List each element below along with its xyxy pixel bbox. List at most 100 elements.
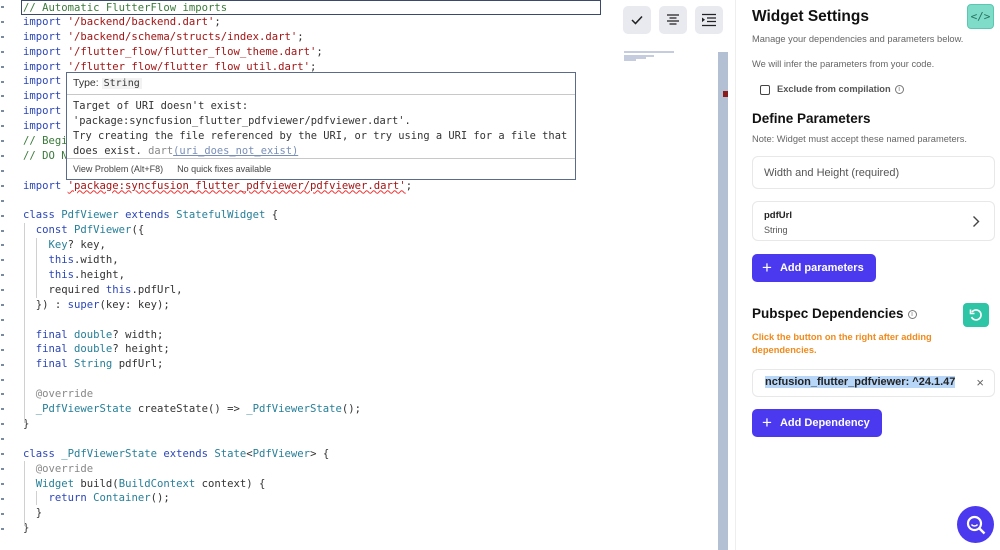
code-token: context) { bbox=[195, 477, 266, 490]
code-line[interactable]: Widget build(BuildContext context) { bbox=[23, 477, 601, 492]
code-line[interactable]: // Automatic FlutterFlow imports bbox=[21, 0, 601, 15]
code-line[interactable]: const PdfViewer({ bbox=[23, 223, 601, 238]
code-token: import bbox=[23, 30, 68, 43]
exclude-checkbox[interactable] bbox=[760, 85, 770, 95]
error-code-link[interactable]: (uri_does_not_exist) bbox=[173, 145, 298, 157]
code-line[interactable]: @override bbox=[23, 462, 601, 477]
code-token: ; bbox=[316, 45, 323, 58]
code-token: _PdfViewerState bbox=[61, 447, 164, 460]
line-number-mark bbox=[1, 423, 4, 426]
code-token: BuildContext bbox=[118, 477, 196, 490]
code-token: ; bbox=[297, 30, 304, 43]
code-token: build( bbox=[74, 477, 119, 490]
code-line[interactable]: import '/backend/backend.dart'; bbox=[23, 15, 601, 30]
code-line[interactable]: required this.pdfUrl, bbox=[23, 283, 601, 298]
code-token: @override bbox=[23, 388, 94, 401]
info-icon[interactable]: i bbox=[907, 309, 917, 319]
code-token: ({ bbox=[131, 224, 145, 237]
code-line[interactable]: final String pdfUrl; bbox=[23, 357, 601, 372]
view-code-button[interactable]: </> bbox=[967, 4, 994, 29]
code-line[interactable]: return Container(); bbox=[23, 491, 601, 506]
code-line[interactable]: @override bbox=[23, 387, 601, 402]
widget-settings-panel: Widget Settings </> Manage your dependen… bbox=[735, 0, 1000, 550]
code-editor[interactable]: // Automatic FlutterFlow imports import '… bbox=[0, 0, 735, 550]
code-token: import bbox=[23, 45, 68, 58]
info-icon[interactable]: i bbox=[894, 85, 904, 95]
code-line[interactable]: final double? height; bbox=[23, 342, 601, 357]
code-token: > { bbox=[310, 447, 330, 460]
line-number-mark bbox=[1, 274, 4, 277]
code-token: pdfUrl; bbox=[112, 358, 164, 371]
code-token: State bbox=[214, 447, 247, 460]
tooltip-message: Target of URI doesn't exist: 'package:sy… bbox=[67, 95, 575, 159]
line-number-mark bbox=[1, 6, 4, 8]
check-icon bbox=[631, 15, 643, 25]
line-number-mark bbox=[1, 378, 4, 381]
code-token: this bbox=[23, 269, 75, 282]
code-line[interactable]: this.width, bbox=[23, 253, 601, 268]
line-number-mark bbox=[1, 169, 4, 172]
line-number-mark bbox=[1, 348, 4, 351]
code-token: import bbox=[23, 60, 68, 73]
code-token: import bbox=[23, 105, 62, 118]
code-line[interactable] bbox=[23, 313, 601, 328]
line-number-mark bbox=[1, 65, 4, 68]
code-line[interactable]: _PdfViewerState createState() => _PdfVie… bbox=[23, 402, 601, 417]
code-line[interactable] bbox=[23, 194, 601, 209]
refresh-dependencies-button[interactable] bbox=[963, 303, 989, 327]
code-line[interactable]: class PdfViewer extends StatefulWidget { bbox=[23, 208, 601, 223]
indent-button[interactable] bbox=[695, 6, 723, 34]
code-token: import bbox=[23, 179, 68, 192]
code-token: const bbox=[23, 224, 75, 237]
code-line[interactable]: } bbox=[23, 417, 601, 432]
code-line[interactable]: Key? key, bbox=[23, 238, 601, 253]
code-line[interactable]: final double? width; bbox=[23, 328, 601, 343]
code-token: ? height; bbox=[112, 343, 170, 356]
code-token: ; bbox=[214, 15, 221, 28]
search-icon bbox=[966, 515, 985, 534]
code-line[interactable]: } bbox=[23, 506, 601, 521]
vertical-scrollbar[interactable] bbox=[718, 52, 728, 550]
code-line[interactable] bbox=[23, 372, 601, 387]
code-token: (key: key); bbox=[99, 298, 170, 311]
search-help-button[interactable] bbox=[957, 506, 994, 543]
code-token: Widget bbox=[23, 477, 75, 490]
clear-icon[interactable]: × bbox=[976, 375, 984, 390]
code-token: Container bbox=[93, 492, 151, 505]
code-line[interactable]: } bbox=[23, 521, 601, 536]
width-height-field[interactable]: Width and Height (required) bbox=[752, 156, 995, 189]
check-button[interactable] bbox=[623, 6, 651, 34]
format-button[interactable] bbox=[659, 6, 687, 34]
code-token: // Automatic FlutterFlow imports bbox=[23, 2, 228, 14]
add-parameters-button[interactable]: + Add parameters bbox=[752, 254, 876, 282]
type-label: Type: bbox=[73, 77, 99, 89]
code-line[interactable]: import '/backend/schema/structs/index.da… bbox=[23, 30, 601, 45]
line-number-mark bbox=[1, 229, 4, 232]
code-line[interactable]: this.height, bbox=[23, 268, 601, 283]
parameter-item-pdfurl[interactable]: pdfUrl String bbox=[752, 201, 995, 241]
code-token: PdfViewer bbox=[74, 224, 132, 237]
line-number-mark bbox=[1, 304, 4, 306]
line-number-mark bbox=[1, 318, 4, 321]
line-number-mark bbox=[1, 140, 4, 143]
code-line[interactable]: import '/flutter_flow/flutter_flow_theme… bbox=[23, 45, 601, 60]
code-token: createState() => bbox=[131, 403, 247, 416]
code-token: ; bbox=[405, 179, 413, 192]
line-number-mark bbox=[1, 35, 4, 38]
line-number-mark bbox=[1, 95, 4, 98]
code-line[interactable]: }) : super(key: key); bbox=[23, 298, 601, 313]
code-line[interactable] bbox=[23, 432, 601, 447]
panel-description: Manage your dependencies and parameters … bbox=[752, 34, 964, 44]
indent-guide bbox=[24, 223, 25, 423]
code-token: StatefulWidget bbox=[176, 209, 266, 222]
code-token: }) : bbox=[23, 298, 68, 311]
dependency-input[interactable]: ncfusion_flutter_pdfviewer: ^24.1.47 × bbox=[752, 369, 995, 397]
minimap[interactable] bbox=[622, 50, 682, 70]
add-dependency-button[interactable]: + Add Dependency bbox=[752, 409, 882, 437]
code-token: // Begi bbox=[23, 135, 68, 148]
code-token: import bbox=[23, 75, 62, 88]
code-line[interactable]: import 'package:syncfusion_flutter_pdfvi… bbox=[23, 179, 601, 194]
type-value: String bbox=[101, 78, 142, 89]
view-problem-link[interactable]: View Problem (Alt+F8) bbox=[73, 164, 163, 174]
code-line[interactable]: class _PdfViewerState extends State<PdfV… bbox=[23, 447, 601, 462]
